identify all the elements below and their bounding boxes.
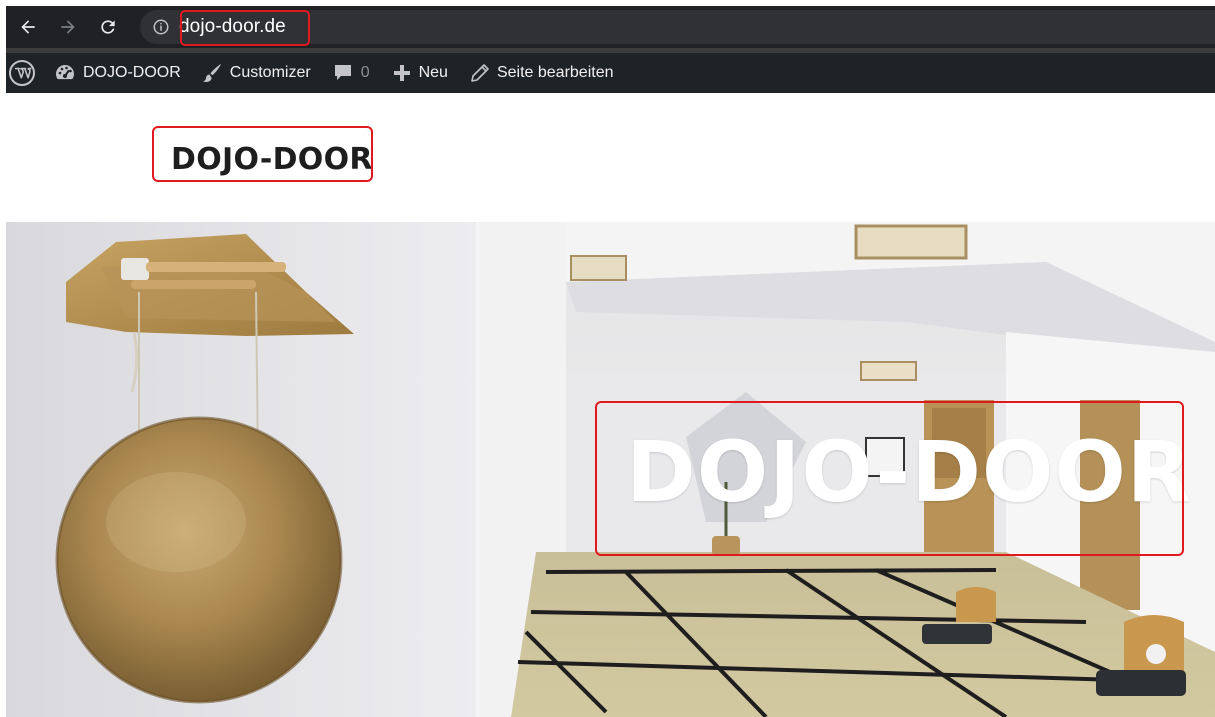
paintbrush-icon <box>202 64 221 83</box>
edit-page-link[interactable]: Seite bearbeiten <box>470 53 614 93</box>
site-name-label: DOJO-DOOR <box>83 64 181 81</box>
dashboard-icon <box>56 65 74 80</box>
comments-link[interactable]: 0 <box>333 53 370 93</box>
pencil-icon <box>471 64 489 82</box>
address-bar[interactable]: dojo-door.de <box>140 10 1215 44</box>
new-content-menu[interactable]: Neu <box>392 53 448 93</box>
info-icon[interactable] <box>152 18 170 36</box>
gong-photo <box>6 222 476 717</box>
customizer-label: Customizer <box>229 64 311 81</box>
wp-logo-menu[interactable] <box>6 53 36 93</box>
forward-button[interactable] <box>54 13 82 41</box>
hero-banner: DOJO-DOOR <box>6 222 1215 717</box>
site-title-link[interactable]: DOJO-DOOR <box>171 142 373 177</box>
edit-page-label: Seite bearbeiten <box>496 64 614 81</box>
customizer-link[interactable]: Customizer <box>201 53 311 93</box>
wordpress-logo-icon <box>9 60 35 86</box>
url-text[interactable]: dojo-door.de <box>179 16 286 38</box>
back-button[interactable] <box>14 13 42 41</box>
reload-button[interactable] <box>94 13 122 41</box>
hero-title: DOJO-DOOR <box>626 423 1193 521</box>
arrow-left-icon <box>21 20 35 34</box>
site-name-menu[interactable]: DOJO-DOOR <box>54 53 181 93</box>
browser-toolbar: dojo-door.de <box>6 6 1215 48</box>
reload-icon <box>101 20 115 34</box>
comment-bubble-icon <box>334 65 351 80</box>
plus-icon <box>393 65 410 81</box>
comments-count: 0 <box>360 64 370 81</box>
site-header: DOJO-DOOR <box>0 93 1215 222</box>
new-label: Neu <box>418 64 448 81</box>
wp-admin-bar: DOJO-DOOR Customizer 0 Neu Seite bearbei… <box>6 53 1215 93</box>
arrow-right-icon <box>61 20 75 34</box>
